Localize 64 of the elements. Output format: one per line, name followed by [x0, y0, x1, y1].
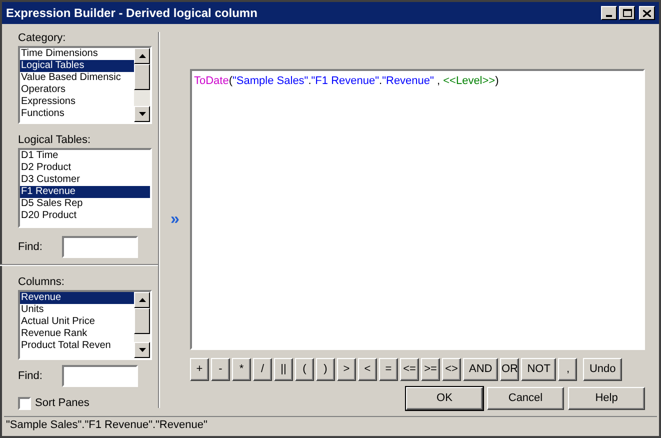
find-label: Find:: [18, 240, 44, 255]
operator-button[interactable]: AND: [463, 358, 498, 381]
list-item[interactable]: D5 Sales Rep: [20, 198, 150, 210]
list-item[interactable]: Actual Unit Price: [20, 316, 134, 328]
list-item[interactable]: Revenue: [20, 292, 134, 304]
dialog-button[interactable]: OK: [406, 387, 483, 410]
operator-button[interactable]: -: [211, 358, 230, 381]
operator-button[interactable]: <>: [442, 358, 461, 381]
operator-button[interactable]: NOT: [521, 358, 556, 381]
operator-button[interactable]: <: [358, 358, 377, 381]
logical-tables-label: Logical Tables:: [18, 133, 92, 148]
find-field[interactable]: [62, 236, 138, 258]
scrollbar[interactable]: [134, 292, 150, 358]
operator-button[interactable]: >=: [421, 358, 440, 381]
sort-panes-checkbox[interactable]: [18, 396, 31, 410]
operator-button[interactable]: >: [337, 358, 356, 381]
list-item[interactable]: Expressions: [20, 96, 134, 108]
operator-button[interactable]: Undo: [583, 358, 622, 381]
list-item[interactable]: D2 Product: [20, 162, 150, 174]
dialog-button[interactable]: Cancel: [487, 387, 564, 410]
list-item[interactable]: Operators: [20, 84, 134, 96]
expression-text: ToDate("Sample Sales"."F1 Revenue"."Revenue" , <<Level>>): [194, 75, 499, 87]
operator-button[interactable]: ||: [274, 358, 293, 381]
maximize-icon: [622, 9, 632, 17]
operator-button[interactable]: OR: [500, 358, 520, 381]
operator-button[interactable]: ): [316, 358, 335, 381]
operator-button[interactable]: *: [232, 358, 251, 381]
window-title: Expression Builder - Derived logical column: [6, 5, 258, 22]
list-item[interactable]: Units: [20, 304, 134, 316]
scroll-down-icon[interactable]: [138, 112, 146, 116]
list-item[interactable]: D20 Product: [20, 210, 150, 222]
operator-button[interactable]: (: [295, 358, 314, 381]
expression-editor[interactable]: ToDate("Sample Sales"."F1 Revenue"."Revenue" , <<Level>>): [190, 69, 645, 350]
operator-button[interactable]: =: [379, 358, 398, 381]
sort-panes-label: Sort Panes: [35, 396, 90, 411]
columns-label: Columns:: [18, 275, 66, 290]
list-item[interactable]: Revenue Rank: [20, 328, 134, 340]
operator-button[interactable]: +: [190, 358, 209, 381]
scroll-down-icon[interactable]: [138, 348, 146, 352]
dialog-button[interactable]: Help: [568, 387, 645, 410]
find-label: Find:: [18, 368, 44, 384]
category-label: Category:: [18, 31, 67, 46]
status-bar-text: "Sample Sales"."F1 Revenue"."Revenue": [6, 418, 208, 434]
list-item[interactable]: D3 Customer: [20, 174, 150, 186]
operator-button[interactable]: ,: [558, 358, 578, 381]
scrollbar[interactable]: [134, 48, 150, 122]
list-item[interactable]: F1 Revenue: [20, 186, 150, 198]
maximize-button[interactable]: [619, 6, 635, 20]
operator-button[interactable]: /: [253, 358, 272, 381]
list-item[interactable]: D1 Time: [20, 150, 150, 162]
minimize-button[interactable]: [601, 6, 617, 20]
scroll-up-icon[interactable]: [138, 54, 146, 58]
list-item[interactable]: Time Dimensions: [20, 48, 134, 60]
list-item[interactable]: Functions: [20, 108, 134, 120]
close-button[interactable]: [639, 6, 655, 20]
operator-button[interactable]: <=: [400, 358, 419, 381]
list-item[interactable]: Product Total Reven: [20, 340, 134, 352]
minimize-icon: [606, 15, 612, 17]
list-item[interactable]: Logical Tables: [20, 60, 134, 72]
insert-button[interactable]: »: [170, 208, 180, 232]
list-item[interactable]: Value Based Dimensic: [20, 72, 134, 84]
find-field[interactable]: [62, 365, 138, 387]
close-icon: [643, 10, 651, 16]
scroll-up-icon[interactable]: [138, 298, 146, 302]
